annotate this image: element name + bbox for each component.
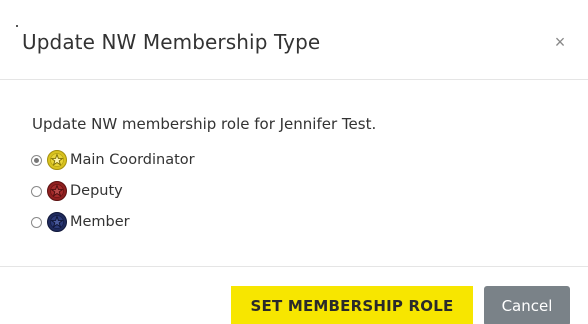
star-badge-icon [47,181,67,201]
cancel-button[interactable]: Cancel [484,286,570,324]
modal-header: Update NW Membership Type × [0,0,588,80]
set-membership-role-button[interactable]: SET MEMBERSHIP ROLE [231,286,473,324]
option-label: Deputy [70,183,123,199]
radio-main-coordinator[interactable] [31,154,42,166]
role-option-main-coordinator[interactable]: Main Coordinator [31,150,195,170]
star-badge-icon [47,150,67,170]
modal-footer: SET MEMBERSHIP ROLE Cancel [0,267,588,324]
option-label: Member [70,214,130,230]
prompt-text: Update NW membership role for Jennifer T… [32,115,377,133]
radio-member[interactable] [31,216,42,228]
modal-title: Update NW Membership Type [22,30,321,54]
role-option-deputy[interactable]: Deputy [31,181,123,201]
option-label: Main Coordinator [70,152,195,168]
radio-deputy[interactable] [31,185,42,197]
role-option-member[interactable]: Member [31,212,130,232]
star-badge-icon [47,212,67,232]
close-button[interactable]: × [549,31,571,53]
membership-modal: Update NW Membership Type × Update NW me… [0,0,588,324]
modal-body: Update NW membership role for Jennifer T… [0,80,588,267]
